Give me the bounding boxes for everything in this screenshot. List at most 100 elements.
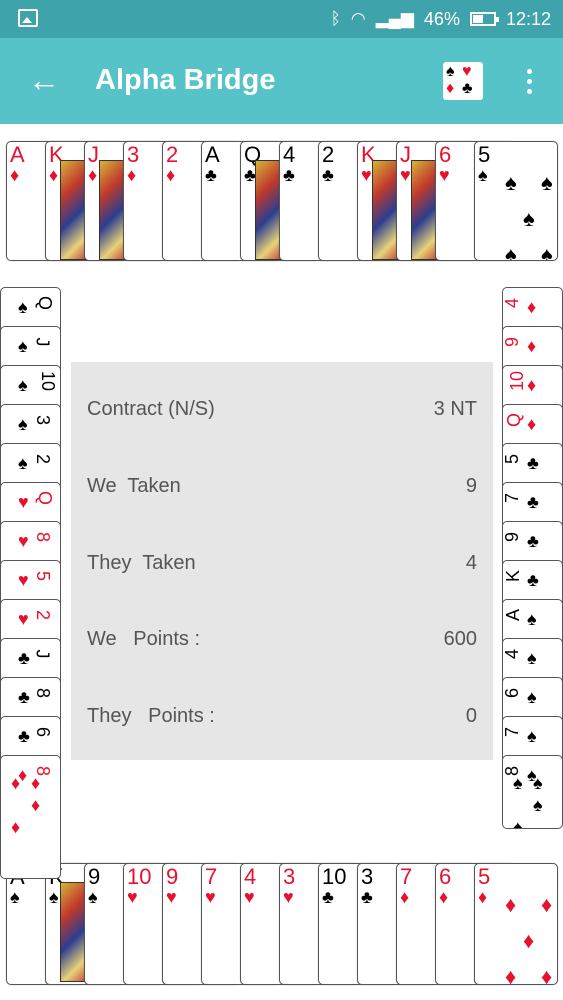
card-suit: ♥ [18,570,29,590]
card-rank: 9 [502,531,523,543]
card-suit: ♦ [439,887,449,907]
card-suit: ♥ [439,165,450,185]
card-rank: 10 [507,370,528,392]
card-rank: 7 [400,864,413,889]
card-pip: ♦ [11,773,21,793]
playing-card[interactable]: 5 ♦ ♦ ♦ ♦ ♦ ♦ [474,863,558,985]
score-label: We Taken [87,475,181,497]
card-rank: J [32,649,53,659]
card-pip: ♠ [513,773,523,793]
card-pip: ♠ [541,170,553,195]
score-row-we-taken: We Taken 9 [87,475,477,505]
card-suit: ♦ [527,297,537,317]
battery-percent: 46% [423,8,460,29]
card-suit: ♥ [205,887,216,907]
card-rank: 3 [283,864,296,889]
card-rank: 6 [439,142,452,167]
card-suit: ♠ [49,887,59,907]
card-suit: ♠ [478,165,488,185]
score-value: 600 [443,628,477,650]
card-pip: ♠ [523,206,535,231]
back-arrow-icon[interactable]: ← [24,60,64,100]
cards-icon[interactable]: ♠ ♥ ♦ ♣ [443,62,483,100]
card-suit: ♥ [400,165,411,185]
card-suit: ♥ [244,887,255,907]
card-rank: 2 [33,453,54,465]
card-suit: ♦ [400,887,410,907]
card-pip: ♦ [11,817,21,837]
card-rank: 9 [502,336,523,348]
card-suit: ♠ [10,887,20,907]
card-suit: ♦ [478,887,488,907]
card-rank: 4 [283,142,296,167]
card-rank: 10 [127,864,152,889]
card-suit: ♥ [283,887,294,907]
card-pip: ♦ [505,892,517,917]
card-pip: ♠ [533,773,543,793]
card-rank: 7 [502,492,523,504]
card-rank: 6 [439,864,452,889]
card-suit: ♦ [166,165,176,185]
card-rank: 8 [33,687,54,699]
card-suit: ♣ [527,570,539,590]
score-label: They Taken [87,552,196,574]
signal-icon: ▂▄▆ [375,9,414,28]
more-vert-icon[interactable] [518,66,540,100]
card-suit: ♠ [18,297,28,317]
score-value: 0 [465,705,477,727]
card-suit: ♠ [527,726,537,746]
card-rank: J [88,142,99,167]
score-row-contract: Contract (N/S) 3 NT [87,398,477,428]
card-suit: ♦ [527,336,537,356]
card-rank: 4 [502,297,523,309]
card-suit: ♣ [527,492,539,512]
card-rank: A [503,608,524,622]
card-rank: 4 [244,864,257,889]
card-rank: 7 [502,726,523,738]
score-label: Contract (N/S) [87,398,215,420]
card-rank: 4 [502,648,523,660]
app-title: Alpha Bridge [95,64,276,96]
card-suit: ♣ [18,687,30,707]
score-label: They Points : [87,705,215,727]
card-suit: ♦ [49,165,59,185]
card-rank: Q [504,412,525,428]
card-rank: 10 [38,370,59,392]
card-suit: ♥ [18,492,29,512]
card-pip: ♠ [505,170,517,195]
score-row-they-points: They Points : 0 [87,705,477,735]
card-rank: 9 [166,864,179,889]
card-rank: 8 [33,531,54,543]
card-rank: 6 [33,726,54,738]
card-rank: 7 [205,864,218,889]
card-pip: ♠ [505,242,517,261]
card-rank: 3 [127,142,140,167]
playing-card[interactable]: 8 ♦ ♦ ♦ ♦ ♦ [0,755,61,879]
card-suit: ♠ [88,887,98,907]
score-value: 4 [465,552,477,574]
bluetooth-icon: ᛒ [330,9,341,28]
image-icon [18,9,38,27]
card-suit: ♣ [361,887,373,907]
card-suit: ♦ [88,165,98,185]
card-rank: 3 [33,414,54,426]
card-rank: 5 [478,864,491,889]
card-rank: 2 [166,142,179,167]
battery-icon [469,12,499,26]
card-suit: ♣ [205,165,217,185]
card-suit: ♣ [322,165,334,185]
card-pip: ♦ [523,928,535,953]
card-suit: ♥ [127,887,138,907]
card-suit: ♣ [283,165,295,185]
card-suit: ♦ [527,375,537,395]
card-suit: ♥ [166,887,177,907]
playing-card[interactable]: 8 ♠ ♠ ♠ ♠ ♠ [502,755,563,829]
playing-card[interactable]: 5 ♠ ♠ ♠ ♠ ♠ ♠ [474,141,558,261]
card-pip: ♠ [513,817,523,829]
card-pip: ♦ [31,773,41,793]
card-suit: ♠ [18,336,28,356]
status-icons: ᛒ ◠ ▂▄▆ 46% 12:12 [331,8,551,30]
card-rank: 5 [33,570,54,582]
card-suit: ♦ [127,165,137,185]
app-bar: ← Alpha Bridge ♠ ♥ ♦ ♣ [0,38,563,124]
